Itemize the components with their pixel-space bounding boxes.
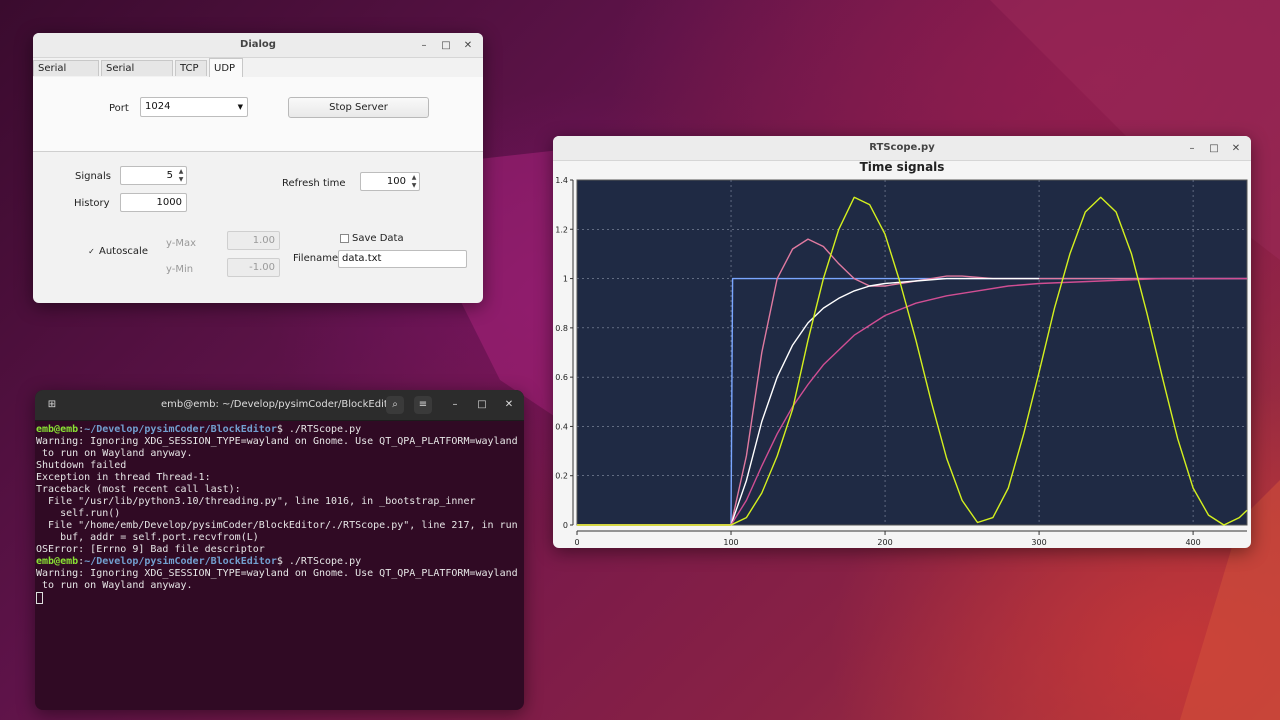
- x-tick-label: 200: [877, 538, 892, 547]
- y-tick-label: 0.2: [555, 472, 568, 481]
- tab-bar: Serial 8bytes Serial 4bytes TCP UDP: [33, 58, 483, 90]
- minimize-icon[interactable]: –: [415, 36, 433, 54]
- menu-icon[interactable]: ≡: [414, 396, 432, 414]
- dialog-titlebar[interactable]: Dialog – □ ✕: [33, 33, 483, 58]
- y-tick-label: 0.4: [555, 422, 568, 431]
- output-line: to run on Wayland anyway.: [36, 580, 193, 591]
- filename-field[interactable]: data.txt: [338, 250, 467, 268]
- tab-tcp[interactable]: TCP: [175, 60, 207, 76]
- y-tick-label: 0: [563, 521, 568, 530]
- prompt-line: emb@emb:~/Develop/pysimCoder/BlockEditor…: [36, 424, 362, 435]
- signals-spinbox[interactable]: 5 ▲ ▼: [120, 166, 187, 185]
- tab-serial-4bytes[interactable]: Serial 4bytes: [101, 60, 173, 90]
- signals-label: Signals: [75, 171, 111, 182]
- autoscale-checkbox[interactable]: ✓: [87, 247, 96, 256]
- port-label: Port: [109, 103, 129, 114]
- ymax-field: 1.00: [227, 231, 280, 250]
- history-label: History: [74, 198, 110, 209]
- time-signals-plot[interactable]: 0 100 200 300 400 0 0.2 0.4 0.6 0.8 1 1.2 1.4: [553, 176, 1251, 548]
- save-data-label: Save Data: [352, 233, 404, 244]
- close-icon[interactable]: ✕: [1227, 139, 1245, 157]
- dialog-window: Dialog – □ ✕ Serial 8bytes Serial 4bytes…: [33, 33, 483, 303]
- output-line: Warning: Ignoring XDG_SESSION_TYPE=wayla…: [36, 568, 518, 579]
- prompt-line: emb@emb:~/Develop/pysimCoder/BlockEditor…: [36, 556, 362, 567]
- x-tick-label: 300: [1031, 538, 1046, 547]
- y-tick-label: 0.6: [555, 373, 568, 382]
- output-line: buf, addr = self.port.recvfrom(L): [36, 532, 259, 543]
- prompt-user: emb@emb: [36, 556, 79, 567]
- maximize-icon[interactable]: □: [1205, 139, 1223, 157]
- save-data-checkbox[interactable]: [340, 234, 349, 243]
- stop-server-button[interactable]: Stop Server: [288, 97, 429, 118]
- rtscope-window: RTScope.py – □ ✕ Time signals 0 100 200 300…: [553, 136, 1251, 548]
- refresh-time-spinbox[interactable]: 100 ▲ ▼: [360, 172, 420, 191]
- output-line: File "/home/emb/Develop/pysimCoder/Block…: [36, 520, 518, 531]
- y-tick-label: 0.8: [555, 324, 568, 333]
- output-line: Exception in thread Thread-1:: [36, 472, 211, 483]
- y-tick-label: 1.2: [555, 225, 568, 234]
- text-cursor: [36, 592, 43, 604]
- tab-udp[interactable]: UDP: [209, 58, 243, 78]
- port-value: 1024: [145, 101, 171, 112]
- output-line: Shutdown failed: [36, 460, 127, 471]
- y-tick-label: 1: [563, 275, 568, 284]
- output-line: Traceback (most recent call last):: [36, 484, 241, 495]
- y-tick-label: 1.4: [555, 176, 568, 185]
- x-tick-label: 0: [574, 538, 579, 547]
- terminal-titlebar[interactable]: ⊞ emb@emb: ~/Develop/pysimCoder/BlockEdi…: [35, 390, 524, 421]
- ymax-label: y-Max: [166, 238, 197, 249]
- filename-label: Filename: [293, 253, 339, 264]
- spin-arrows-icon[interactable]: ▲ ▼: [177, 168, 185, 184]
- autoscale-label: Autoscale: [99, 246, 148, 257]
- minimize-icon[interactable]: –: [446, 396, 464, 414]
- prompt-path: ~/Develop/pysimCoder/BlockEditor: [84, 424, 277, 435]
- prompt-path: ~/Develop/pysimCoder/BlockEditor: [84, 556, 277, 567]
- history-field[interactable]: 1000: [120, 193, 187, 212]
- prompt-user: emb@emb: [36, 424, 79, 435]
- output-line: OSError: [Errno 9] Bad file descriptor: [36, 544, 265, 555]
- output-line: Warning: Ignoring XDG_SESSION_TYPE=wayla…: [36, 436, 518, 447]
- x-tick-label: 400: [1185, 538, 1200, 547]
- chevron-down-icon: ▼: [237, 103, 243, 111]
- signals-value: 5: [166, 170, 173, 181]
- close-icon[interactable]: ✕: [500, 396, 518, 414]
- tab-serial-8bytes[interactable]: Serial 8bytes: [33, 60, 99, 90]
- maximize-icon[interactable]: □: [437, 36, 455, 54]
- ymin-label: y-Min: [166, 264, 194, 275]
- prompt-command: $ ./RTScope.py: [276, 556, 362, 567]
- scope-titlebar[interactable]: RTScope.py – □ ✕: [553, 136, 1251, 161]
- spin-arrows-icon[interactable]: ▲ ▼: [410, 174, 418, 190]
- plot-background: [576, 179, 1248, 526]
- scope-window-title: RTScope.py: [869, 142, 935, 153]
- port-select[interactable]: 1024 ▼: [140, 97, 248, 117]
- output-line: self.run(): [36, 508, 121, 519]
- search-icon[interactable]: ⌕: [386, 396, 404, 414]
- chart-title: Time signals: [859, 160, 945, 174]
- close-icon[interactable]: ✕: [459, 36, 477, 54]
- prompt-command: $ ./RTScope.py: [276, 424, 362, 435]
- refresh-time-value: 100: [386, 176, 406, 187]
- output-line: File "/usr/lib/python3.10/threading.py",…: [36, 496, 476, 507]
- output-line: to run on Wayland anyway.: [36, 448, 193, 459]
- minimize-icon[interactable]: –: [1183, 139, 1201, 157]
- maximize-icon[interactable]: □: [473, 396, 491, 414]
- separator: [33, 151, 483, 152]
- refresh-time-label: Refresh time: [282, 178, 346, 189]
- terminal-window: ⊞ emb@emb: ~/Develop/pysimCoder/BlockEdi…: [35, 390, 524, 710]
- terminal-output[interactable]: emb@emb:~/Develop/pysimCoder/BlockEditor…: [35, 422, 524, 710]
- ymin-field: -1.00: [227, 258, 280, 277]
- x-tick-label: 100: [723, 538, 738, 547]
